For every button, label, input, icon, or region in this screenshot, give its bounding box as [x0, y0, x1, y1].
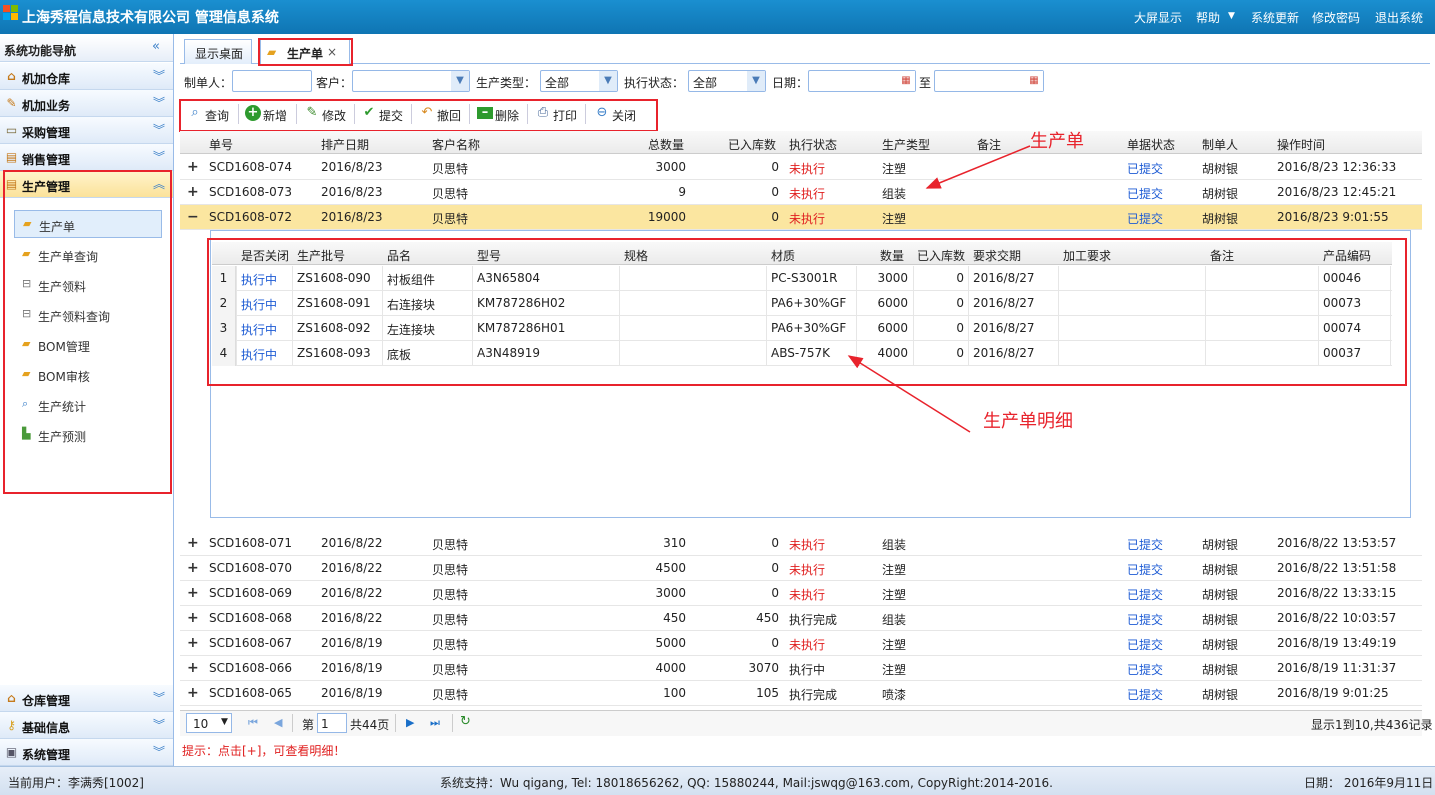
next-page-icon[interactable]: ▶ [406, 716, 414, 729]
first-page-icon[interactable]: ⏮ [248, 716, 258, 730]
refresh-icon[interactable]: ↻ [460, 714, 471, 729]
caret-down-icon: ▼ [221, 717, 228, 727]
arrow-to-order [925, 145, 1031, 189]
page-size-select[interactable]: 10 ▼ [186, 713, 232, 733]
arrow-to-detail [847, 355, 971, 433]
page-number-input[interactable]: 1 [317, 713, 347, 733]
pager: 10 ▼ ⏮ ◀ 第 1 共44页 ▶ ⏭ ↻ 显示1到10,共436记录 [180, 710, 1433, 736]
support-info: 系统支持：Wu qigang, Tel: 18018656262, QQ: 15… [440, 776, 1053, 790]
hint-text: 提示：点击[+]，可查看明细！ [182, 744, 346, 758]
pager-divider [292, 714, 293, 732]
last-page-icon[interactable]: ⏭ [430, 716, 440, 730]
pager-summary: 显示1到10,共436记录 [1311, 718, 1433, 732]
pager-divider [452, 714, 453, 732]
total-pages: 共44页 [350, 718, 390, 732]
current-date: 日期： 2016年9月11日 [1304, 776, 1434, 790]
page-prefix: 第 [302, 718, 315, 732]
footer: 当前用户：李满秀[1002] 系统支持：Wu qigang, Tel: 1801… [0, 766, 1435, 795]
prev-page-icon[interactable]: ◀ [274, 716, 282, 729]
pager-divider [395, 714, 396, 732]
current-user: 当前用户：李满秀[1002] [8, 776, 144, 790]
annotation-arrows [847, 145, 1031, 433]
